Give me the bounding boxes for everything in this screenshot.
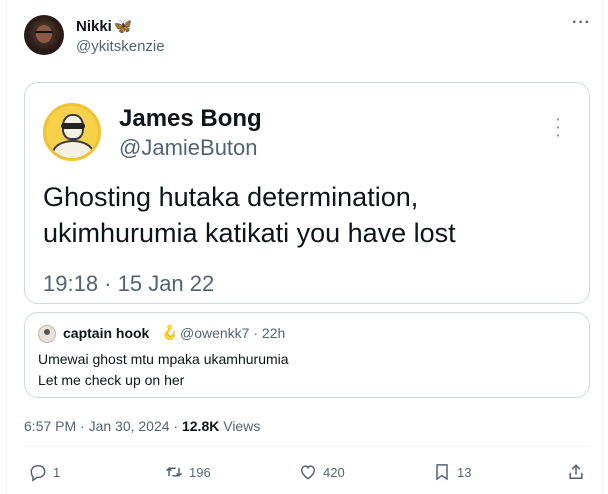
reply-button[interactable]: 1 [28,462,60,482]
post-meta: 6:57 PM · Jan 30, 2024 · 12.8K Views [24,418,260,434]
image-text-line2: ukimhurumia katikati you have lost [43,218,456,248]
quoted-text: Umewai ghost mtu mpaka ukamhurumia Let m… [38,349,289,391]
bookmark-icon [436,464,448,481]
repost-button[interactable]: 196 [164,462,211,482]
share-button[interactable] [566,462,586,482]
share-icon [569,464,583,479]
quoted-tweet[interactable]: captain hook 🪝 @owenkk7 · 22h Umewai gho… [24,312,590,398]
image-author-handle: @JamieButon [119,135,258,160]
like-button[interactable]: 420 [298,462,345,482]
tweet-image[interactable]: James Bong @JamieButon · · · Ghosting huta… [24,82,590,304]
like-icon [300,465,316,480]
quoted-avatar[interactable] [38,325,56,343]
repost-count: 196 [189,464,211,480]
views-label: Views [219,418,261,434]
butterfly-icon: 🦋 [113,18,133,35]
quoted-text-line1: Umewai ghost mtu mpaka ukamhurumia [38,351,289,367]
image-author-name: James Bong [119,105,262,132]
quoted-author-name[interactable]: captain hook [63,325,149,341]
bookmark-button[interactable]: 13 [432,462,471,482]
hook-icon: 🪝 [161,324,179,340]
image-timestamp: 19:18 · 15 Jan 22 [43,271,215,296]
divider [24,446,590,447]
author-avatar[interactable] [24,15,64,55]
repost-icon [165,467,183,477]
author-handle[interactable]: @ykitskenzie [76,38,165,55]
author-name-text[interactable]: Nikki [76,18,112,35]
quoted-handle-time[interactable]: @owenkk7 · 22h [180,325,285,341]
reply-icon [30,465,46,482]
like-count: 420 [323,464,345,480]
views-count: 12.8K [181,418,220,434]
image-avatar [43,103,101,161]
quoted-text-line2: Let me check up on her [38,372,185,388]
more-icon[interactable]: ··· [572,15,591,31]
image-tweet-text: Ghosting hutaka determination, ukimhurum… [43,179,563,251]
image-text-line1: Ghosting hutaka determination, [43,182,419,212]
image-more-icon: · · · [554,108,562,146]
post-time[interactable]: 6:57 PM · Jan 30, 2024 · [24,418,182,434]
reply-count: 1 [53,464,61,480]
bookmark-count: 13 [457,464,472,480]
author-name[interactable]: Nikki 🦋 [76,17,133,36]
